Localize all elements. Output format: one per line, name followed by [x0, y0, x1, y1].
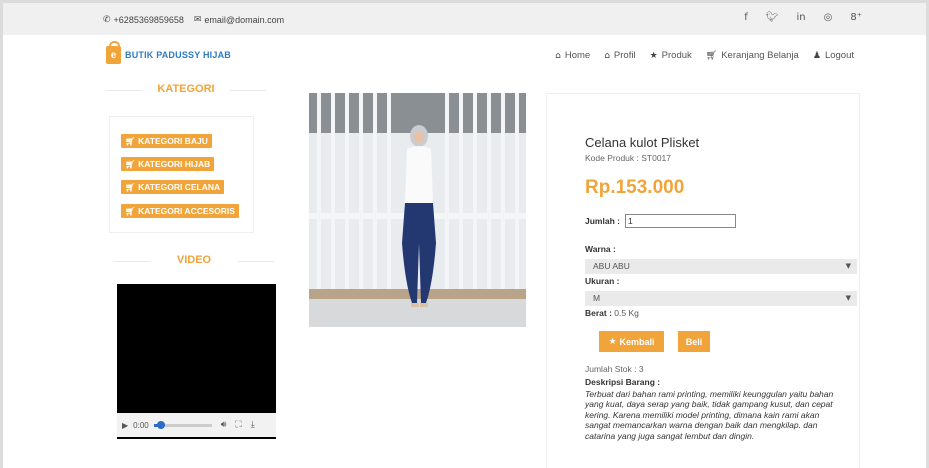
page: ✆ +6285369859658 ✉ email@domain.com f 🐦︎…	[3, 3, 926, 468]
product-code-value: ST0017	[641, 153, 672, 163]
dribbble-icon[interactable]: ◎	[824, 12, 833, 23]
phone-icon: ✆	[103, 14, 111, 24]
product-name: Celana kulot Plisket	[585, 135, 700, 150]
main-nav: ⌂ Home ⌂ Profil ★ Produk 🛒︎ Keranjang Be…	[555, 50, 854, 61]
nav-home[interactable]: ⌂ Home	[555, 50, 590, 61]
envelope-icon: ✉	[193, 14, 202, 24]
play-icon[interactable]: ▶	[122, 421, 128, 430]
product-description: Terbuat dari bahan rami printing, memili…	[585, 389, 834, 441]
phone-number: +6285369859658	[113, 14, 184, 25]
color-label: Warna :	[585, 244, 616, 254]
nav-profil[interactable]: ⌂ Profil	[604, 50, 635, 61]
weight-info: Berat : 0.5 Kg	[585, 308, 639, 318]
product-code-label: Kode Produk :	[585, 153, 642, 163]
social-links: f 🐦︎ in ◎ 8⁺	[744, 12, 862, 23]
product-code: Kode Produk : ST0017	[585, 153, 671, 163]
contact-info: ✆ +6285369859658 ✉ email@domain.com	[103, 14, 284, 25]
twitter-icon[interactable]: 🐦︎	[766, 12, 779, 23]
home-icon: ⌂	[555, 50, 561, 61]
category-baju-button[interactable]: 🛒︎ KATEGORI BAJU	[121, 134, 212, 148]
video-time: 0:00	[133, 420, 149, 430]
product-photo	[309, 93, 526, 327]
category-list: 🛒︎ KATEGORI BAJU 🛒︎ KATEGORI HIJAB 🛒︎ KA…	[109, 116, 254, 233]
email-address: email@domain.com	[204, 14, 285, 25]
cart-icon: 🛒︎	[125, 206, 136, 216]
cart-icon: 🛒︎	[125, 182, 136, 192]
fullscreen-icon[interactable]: ⛶	[235, 420, 241, 430]
shopping-bag-icon: e	[106, 41, 121, 64]
weight-label: Berat :	[585, 308, 612, 318]
nav-home-label: Home	[564, 50, 591, 61]
cart-icon: 🛒︎	[125, 136, 136, 146]
category-label: KATEGORI HIJAB	[138, 159, 211, 169]
back-button-label: Kembali	[619, 336, 655, 347]
seek-handle[interactable]	[156, 420, 165, 429]
cart-icon: 🛒︎	[705, 50, 718, 61]
nav-logout[interactable]: ♟ Logout	[813, 50, 854, 61]
size-selected-value: M	[593, 293, 601, 303]
brand-logo[interactable]: e BUTIK PADUSSY HIJAB	[106, 41, 231, 64]
product-price: Rp.153.000	[585, 177, 685, 198]
email-contact[interactable]: ✉ email@domain.com	[194, 14, 284, 25]
facebook-icon[interactable]: f	[744, 12, 748, 23]
video-heading: VIDEO	[114, 254, 274, 266]
description-label: Deskripsi Barang :	[585, 377, 661, 387]
top-bar: ✆ +6285369859658 ✉ email@domain.com f 🐦︎…	[3, 3, 926, 35]
buy-button-label: Beli	[685, 336, 703, 347]
category-label: KATEGORI CELANA	[138, 182, 221, 192]
user-icon: ♟	[812, 50, 821, 61]
back-button[interactable]: ★ Kembali	[599, 331, 664, 352]
product-photo-graphic	[309, 93, 526, 327]
profile-icon: ⌂	[604, 50, 610, 61]
nav-keranjang-label: Keranjang Belanja	[721, 50, 799, 61]
quantity-label: Jumlah :	[585, 216, 620, 226]
star-icon: ★	[649, 50, 658, 61]
phone-contact[interactable]: ✆ +6285369859658	[103, 14, 184, 25]
category-label: KATEGORI ACCESORIS	[138, 206, 235, 216]
star-icon: ★	[608, 336, 617, 347]
kategori-heading: KATEGORI	[106, 83, 266, 95]
volume-icon[interactable]: 🔊︎	[221, 420, 227, 430]
googleplus-icon[interactable]: 8⁺	[850, 12, 862, 23]
category-hijab-button[interactable]: 🛒︎ KATEGORI HIJAB	[121, 157, 215, 171]
quantity-input[interactable]	[625, 214, 736, 228]
nav-keranjang[interactable]: 🛒︎ Keranjang Belanja	[706, 50, 799, 61]
nav-profil-label: Profil	[613, 50, 636, 61]
chevron-down-icon: ▼	[845, 262, 851, 270]
color-selected-value: ABU ABU	[593, 261, 630, 271]
size-label: Ukuran :	[585, 276, 620, 286]
buy-button[interactable]: Beli	[678, 331, 710, 352]
cart-icon: 🛒︎	[125, 159, 136, 169]
video-seek-bar[interactable]	[153, 420, 212, 429]
stock-count: Jumlah Stok : 3	[585, 364, 644, 374]
size-select[interactable]: M ▼	[585, 291, 857, 306]
chevron-down-icon: ▼	[845, 294, 851, 302]
category-accesoris-button[interactable]: 🛒︎ KATEGORI ACCESORIS	[121, 204, 239, 218]
video-controls: ▶ 0:00 🔊︎ ⛶ ⤓	[117, 413, 276, 437]
nav-produk[interactable]: ★ Produk	[650, 50, 692, 61]
brand-name: BUTIK PADUSSY HIJAB	[125, 50, 231, 60]
category-celana-button[interactable]: 🛒︎ KATEGORI CELANA	[121, 180, 225, 194]
category-label: KATEGORI BAJU	[138, 136, 208, 146]
download-icon[interactable]: ⤓	[251, 420, 255, 430]
linkedin-icon[interactable]: in	[797, 12, 806, 23]
nav-logout-label: Logout	[824, 50, 854, 61]
weight-value: 0.5 Kg	[611, 308, 639, 318]
nav-produk-label: Produk	[661, 50, 692, 61]
color-select[interactable]: ABU ABU ▼	[585, 259, 857, 274]
